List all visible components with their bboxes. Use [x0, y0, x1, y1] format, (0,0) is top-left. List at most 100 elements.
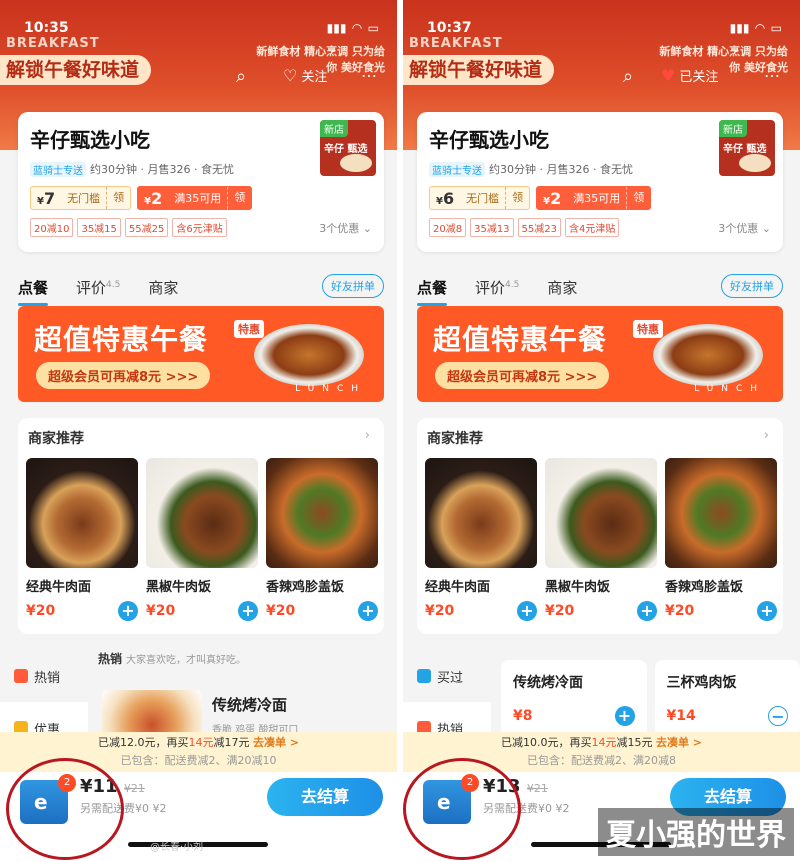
- delivery-tag: 蓝骑士专送: [30, 161, 86, 177]
- review-score: 4.5: [106, 279, 121, 290]
- dish-card[interactable]: 香辣鸡胗盖饭 ¥20 +: [266, 458, 378, 621]
- weibo-watermark: @长春·小刘: [150, 842, 204, 853]
- group-order-button[interactable]: 好友拼单: [322, 274, 384, 298]
- coupon-claim[interactable]: 领: [505, 187, 529, 209]
- add-icon[interactable]: +: [118, 601, 138, 621]
- tab-review[interactable]: 评价4.5: [475, 277, 519, 298]
- chevron-right-icon[interactable]: ›: [365, 428, 370, 443]
- sidebar-item-label: 热销: [34, 670, 61, 686]
- coupon-no-threshold[interactable]: ¥6 无门槛领: [429, 186, 531, 210]
- notice-text: 减15元: [616, 736, 653, 749]
- dish-card[interactable]: 香辣鸡胗盖饭 ¥20 +: [665, 458, 777, 621]
- follow-button[interactable]: ♥ 已关注: [661, 66, 718, 85]
- dish-card[interactable]: 黑椒牛肉饭 ¥20 +: [146, 458, 258, 621]
- dish-card[interactable]: 经典牛肉面 ¥20 +: [26, 458, 138, 621]
- cart-bag-icon[interactable]: 2: [423, 774, 479, 824]
- add-more-link[interactable]: 去凑单 >: [253, 736, 299, 749]
- add-icon[interactable]: +: [757, 601, 777, 621]
- breakfast-label: BREAKFAST: [6, 36, 100, 51]
- more-offers-link[interactable]: 3个优惠 ⌄: [718, 220, 771, 236]
- add-icon[interactable]: +: [238, 601, 258, 621]
- lunch-text: LUNCH: [694, 384, 765, 394]
- add-icon[interactable]: +: [358, 601, 378, 621]
- promo-title: 超值特惠午餐: [34, 323, 209, 356]
- new-shop-badge: 新店: [719, 120, 747, 137]
- shop-meta-text: 约30分钟 · 月售326 · 食无忧: [489, 163, 633, 176]
- promo-tag-badge: 特惠: [633, 320, 663, 338]
- checkout-button[interactable]: 去结算: [267, 778, 383, 816]
- search-icon[interactable]: ⌕: [230, 66, 252, 88]
- shop-logo: 新店 辛仔 甄选: [719, 120, 775, 176]
- promo-subtitle: 超级会员可再减8元 >>>: [435, 362, 610, 389]
- add-icon[interactable]: +: [614, 706, 635, 726]
- dish-list: 经典牛肉面 ¥20 + 黑椒牛肉饭 ¥20 + 香辣鸡胗盖饭 ¥20 +: [26, 458, 378, 621]
- dish-card[interactable]: 经典牛肉面 ¥20 +: [425, 458, 537, 621]
- coupon-amount: 7: [43, 188, 56, 208]
- tab-review[interactable]: 评价4.5: [76, 277, 120, 298]
- add-icon[interactable]: +: [637, 601, 657, 621]
- heart-icon: ♡: [283, 66, 298, 85]
- lunch-banner: 解锁午餐好味道: [0, 55, 152, 85]
- search-icon[interactable]: ⌕: [617, 66, 639, 88]
- sidebar-item-hot[interactable]: 热销: [0, 650, 88, 702]
- tab-merchant[interactable]: 商家: [148, 277, 178, 298]
- coupon-no-threshold[interactable]: ¥7 无门槛领: [30, 186, 132, 210]
- cart-bag-icon[interactable]: 2: [20, 774, 76, 824]
- lunch-promo-banner[interactable]: 超值特惠午餐 超级会员可再减8元 >>> 特惠 LUNCH: [417, 306, 783, 402]
- shop-meta-text: 约30分钟 · 月售326 · 食无忧: [90, 163, 234, 176]
- promo-tag: 35减15: [77, 218, 121, 237]
- sidebar-item-bought[interactable]: 买过: [403, 650, 491, 702]
- remove-icon[interactable]: −: [768, 706, 788, 726]
- coupon-min-spend[interactable]: ¥2 满35可用领: [137, 186, 253, 210]
- tab-merchant[interactable]: 商家: [547, 277, 577, 298]
- menu-item-name: 传统烤冷面: [212, 696, 288, 714]
- coupon-claim[interactable]: 领: [227, 187, 251, 209]
- cart-total: ¥13: [483, 776, 521, 797]
- cart-count-badge: 2: [461, 774, 479, 792]
- dish-image: [266, 458, 378, 568]
- coupon-claim[interactable]: 领: [106, 187, 130, 209]
- review-score: 4.5: [505, 279, 520, 290]
- battery-icon: ▭: [367, 21, 379, 35]
- chevron-right-icon[interactable]: ›: [764, 428, 769, 443]
- discount-notice: 已减10.0元，再买14元减15元 去凑单 > 已包含：配送费减2、满20减8: [403, 732, 800, 772]
- more-menu-icon[interactable]: …: [764, 62, 780, 81]
- noodle-plate-image: [254, 324, 364, 386]
- menu-item[interactable]: 传统烤冷面 ¥8 +: [501, 660, 647, 736]
- add-more-link[interactable]: 去凑单 >: [656, 736, 702, 749]
- dish-image: [545, 458, 657, 568]
- follow-button[interactable]: ♡ 关注: [283, 66, 327, 85]
- dish-image: [425, 458, 537, 568]
- add-icon[interactable]: +: [517, 601, 537, 621]
- promo-tag-badge: 特惠: [234, 320, 264, 338]
- noodle-plate-image: [653, 324, 763, 386]
- cart-price: ¥13 ¥21: [483, 776, 548, 797]
- coupon-min-spend[interactable]: ¥2 满35可用领: [536, 186, 652, 210]
- sidebar-item-label: 买过: [437, 670, 464, 686]
- coupon-claim[interactable]: 领: [626, 187, 650, 209]
- tab-order[interactable]: 点餐: [18, 277, 49, 306]
- promo-tag: 含4元津贴: [565, 218, 620, 237]
- recommend-title: 商家推荐: [28, 431, 84, 447]
- dish-card[interactable]: 黑椒牛肉饭 ¥20 +: [545, 458, 657, 621]
- phone-left: 10:35 ▮▮▮ ◠ ▭ BREAKFAST 解锁午餐好味道 新鲜食材 精心烹调 …: [0, 0, 397, 862]
- dish-name: 经典牛肉面: [425, 580, 491, 595]
- tab-order[interactable]: 点餐: [417, 277, 448, 306]
- notice-sub: 已包含：配送费减2、满20减8: [527, 754, 676, 767]
- more-offers-label: 3个优惠: [718, 222, 759, 235]
- section-title: 热销: [98, 652, 123, 666]
- promo-tag: 含6元津贴: [172, 218, 227, 237]
- dish-price: ¥20: [425, 603, 455, 619]
- heart-icon: ♥: [661, 66, 676, 85]
- shop-tabs: 点餐 评价4.5 商家 好友拼单: [417, 272, 783, 306]
- signal-icon: ▮▮▮: [326, 21, 347, 35]
- lunch-promo-banner[interactable]: 超值特惠午餐 超级会员可再减8元 >>> 特惠 LUNCH: [18, 306, 384, 402]
- more-offers-link[interactable]: 3个优惠 ⌄: [319, 220, 372, 236]
- group-order-button[interactable]: 好友拼单: [721, 274, 783, 298]
- fire-icon: [14, 669, 28, 683]
- more-menu-icon[interactable]: …: [361, 62, 377, 81]
- menu-item-price: ¥14: [666, 708, 696, 724]
- follow-label: 关注: [301, 70, 328, 85]
- menu-item[interactable]: 三杯鸡肉饭 ¥14 −: [654, 660, 800, 736]
- menu-item-name: 三杯鸡肉饭: [666, 675, 737, 691]
